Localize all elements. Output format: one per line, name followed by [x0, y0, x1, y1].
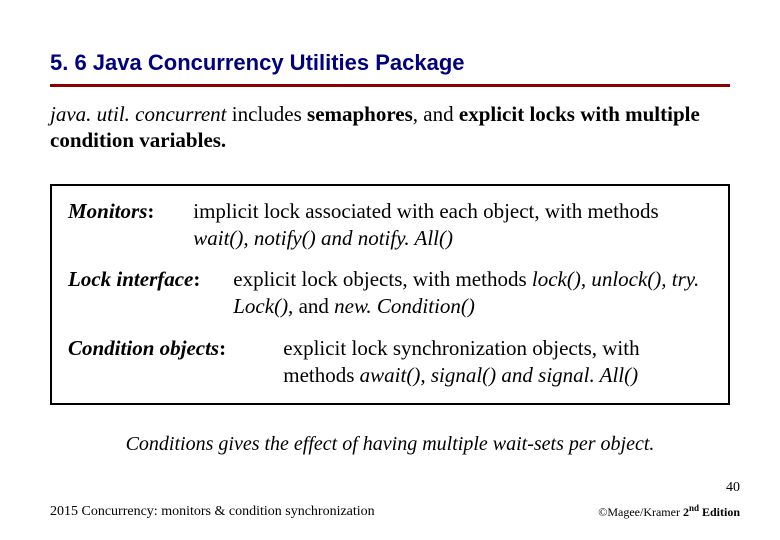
condition-row: Condition objects: explicit lock synchro… [68, 335, 712, 390]
monitors-methods: wait(), notify() and notify. All() [193, 226, 453, 250]
intro-text-2: , and [413, 102, 459, 126]
monitors-body: implicit lock associated with each objec… [193, 198, 693, 253]
condition-label: Condition objects [68, 336, 219, 360]
footer-edition-word: Edition [699, 505, 740, 519]
lock-text: explicit lock objects, with methods [233, 267, 532, 291]
lock-and: and [299, 294, 335, 318]
intro-paragraph: java. util. concurrent includes semaphor… [50, 101, 730, 154]
footnote-note: Conditions gives the effect of having mu… [50, 433, 730, 456]
footer-edition-suffix: nd [689, 503, 699, 513]
lock-label: Lock interface [68, 267, 193, 291]
slide: 5. 6 Java Concurrency Utilities Package … [0, 0, 780, 540]
monitors-label: Monitors [68, 199, 147, 223]
footer-right: ©Magee/Kramer 2nd Edition [598, 503, 740, 520]
title-rule [50, 84, 730, 87]
condition-body: explicit lock synchronization objects, w… [283, 335, 703, 390]
intro-text-1: includes [227, 102, 307, 126]
condition-methods: await(), signal() and signal. All() [360, 363, 638, 387]
page-number: 40 [726, 480, 740, 496]
package-name: java. util. concurrent [50, 102, 227, 126]
footer-copyright: ©Magee/Kramer [598, 505, 683, 519]
definitions-box: Monitors: implicit lock associated with … [50, 184, 730, 406]
footer-left: 2015 Concurrency: monitors & condition s… [50, 504, 375, 520]
lock-method-last: new. Condition() [334, 294, 475, 318]
intro-bold-1: semaphores [307, 102, 413, 126]
slide-title: 5. 6 Java Concurrency Utilities Package [50, 50, 730, 76]
monitors-row: Monitors: implicit lock associated with … [68, 198, 712, 253]
lock-body: explicit lock objects, with methods lock… [233, 266, 703, 321]
lock-row: Lock interface: explicit lock objects, w… [68, 266, 712, 321]
monitors-text: implicit lock associated with each objec… [193, 199, 658, 223]
